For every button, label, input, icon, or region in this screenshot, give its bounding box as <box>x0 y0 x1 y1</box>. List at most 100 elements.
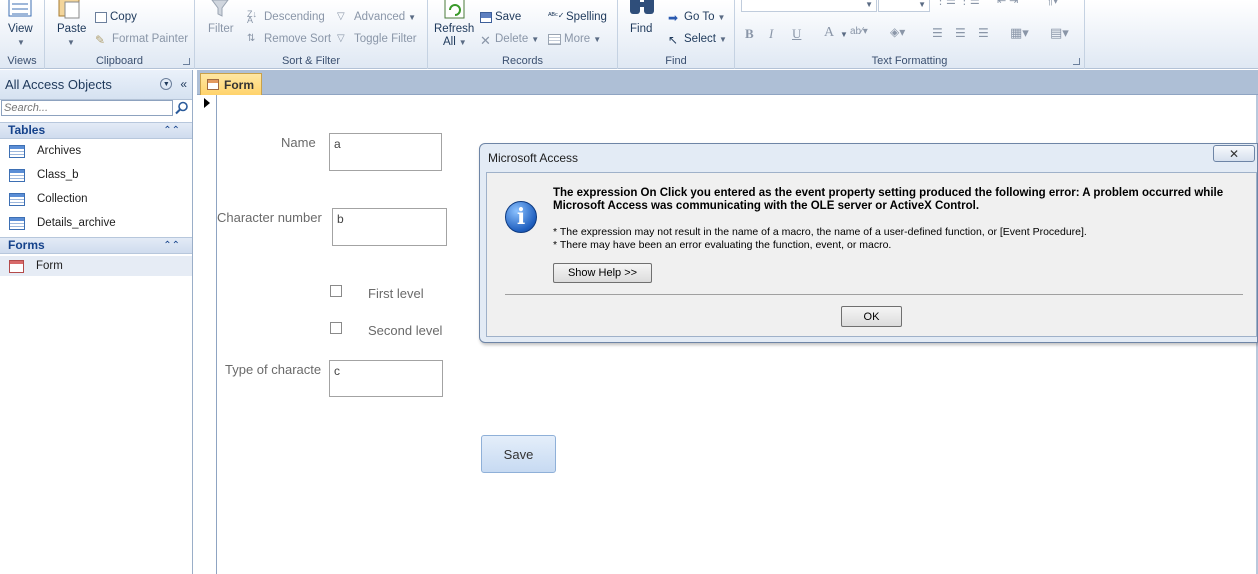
nav-item-archives[interactable]: Archives <box>9 141 81 161</box>
goto-button[interactable]: ➡ Go To ▼ <box>668 11 725 25</box>
second-level-label: Second level <box>368 323 443 338</box>
copy-button[interactable]: Copy <box>95 11 137 23</box>
fill-color-icon[interactable]: ◈▾ <box>890 25 905 39</box>
binoculars-icon <box>630 0 654 14</box>
font-color-button[interactable]: A <box>824 25 834 41</box>
underline-button[interactable]: U <box>792 26 801 42</box>
nav-category-tables[interactable]: Tables ⌃⌃ <box>0 122 192 139</box>
dialog-detail-line: * There may have been an error evaluatin… <box>553 239 892 251</box>
delete-x-icon: ✕ <box>480 33 491 48</box>
copy-icon <box>95 11 107 23</box>
current-record-arrow-icon <box>204 98 210 108</box>
nav-category-forms[interactable]: Forms ⌃⌃ <box>0 237 192 254</box>
name-field[interactable]: a <box>329 133 442 171</box>
delete-record-button[interactable]: ✕ Delete ▼ <box>480 33 539 48</box>
spelling-button[interactable]: ᴬᴮᶜ✓ Spelling <box>548 11 607 23</box>
ribbon: View ▼ Views Paste ▼ Copy ✎ Format Paint… <box>0 0 1258 69</box>
table-icon <box>9 216 25 230</box>
font-color-dropdown-icon[interactable]: ▼ <box>840 30 848 39</box>
tab-form[interactable]: Form <box>200 73 262 95</box>
nav-item-collection[interactable]: Collection <box>9 189 88 209</box>
form-icon <box>207 79 219 90</box>
dialog-title: Microsoft Access <box>488 151 579 165</box>
save-record-button[interactable]: Save <box>480 11 521 23</box>
close-glyph: ✕ <box>1228 146 1240 161</box>
goto-arrow-icon: ➡ <box>668 11 679 25</box>
nav-menu-dropdown-icon[interactable]: ▼ <box>160 78 173 90</box>
view-button[interactable]: View <box>8 23 33 35</box>
bullets-icon[interactable]: ⋮☰ ⋮☰ <box>935 0 980 7</box>
text-formatting-dialog-launcher-icon[interactable] <box>1073 58 1080 65</box>
view-dropdown-icon[interactable]: ▼ <box>17 38 25 47</box>
collapse-chevron-icon[interactable]: ⌃⌃ <box>163 123 180 138</box>
font-name-combo[interactable]: ▼ <box>741 0 877 12</box>
close-icon[interactable]: ✕ <box>1213 145 1255 162</box>
first-level-checkbox[interactable] <box>330 285 342 297</box>
select-button[interactable]: ↖ Select ▼ <box>668 33 727 47</box>
nav-item-label: Class_b <box>37 169 79 181</box>
align-left-icon[interactable]: ☰ <box>932 26 943 40</box>
paragraph-direction-icon[interactable]: ¶▾ <box>1047 0 1058 7</box>
alternate-row-color-icon[interactable]: ▤▾ <box>1050 25 1069 41</box>
shutter-bar-collapse-icon[interactable]: « <box>180 78 187 90</box>
gridlines-icon[interactable]: ▦▾ <box>1010 25 1029 41</box>
find-button[interactable]: Find <box>630 23 652 35</box>
font-size-dropdown-icon[interactable]: ▼ <box>918 0 926 9</box>
nav-item-label: Collection <box>37 193 88 205</box>
dialog-detail: * The expression may not result in the n… <box>553 226 1253 252</box>
text-formatting-group: ▼ ▼ B I U A ▼ ab⁄▾ ◈▾ ☰ ☰ ☰ ▦▾ ▤▾ ⋮☰ ⋮☰ … <box>735 0 1085 69</box>
remove-sort-button[interactable]: ⇅ Remove Sort <box>247 33 331 45</box>
paste-icon <box>58 0 80 19</box>
first-level-label: First level <box>368 286 424 301</box>
views-group-label: Views <box>7 55 37 67</box>
align-center-icon[interactable]: ☰ <box>955 26 966 40</box>
paste-button[interactable]: Paste <box>57 23 86 35</box>
paste-dropdown-icon[interactable]: ▼ <box>67 38 75 47</box>
nav-search-input[interactable] <box>1 100 173 116</box>
format-painter-button[interactable]: ✎ Format Painter <box>95 33 188 47</box>
nav-category-label: Tables <box>8 123 46 137</box>
search-icon[interactable] <box>175 101 189 115</box>
refresh-all-dropdown[interactable]: All ▼ <box>443 36 467 48</box>
more-button[interactable]: More ▼ <box>548 33 601 45</box>
refresh-all-button[interactable]: Refresh <box>434 23 474 35</box>
indent-icon[interactable]: ⇤ ⇥ <box>997 0 1019 7</box>
dialog-body: i The expression On Click you entered as… <box>486 172 1257 337</box>
show-help-button[interactable]: Show Help >> <box>553 263 652 283</box>
nav-item-details-archive[interactable]: Details_archive <box>9 213 116 233</box>
filter-icon <box>211 0 229 17</box>
highlight-icon[interactable]: ab⁄▾ <box>850 26 868 37</box>
clipboard-group-label: Clipboard <box>95 55 144 67</box>
tab-form-label: Form <box>224 77 254 92</box>
save-button[interactable]: Save <box>481 435 556 473</box>
clipboard-group: Paste ▼ Copy ✎ Format Painter Clipboard <box>45 0 195 69</box>
toggle-filter-button[interactable]: ▽ Toggle Filter <box>337 33 417 45</box>
font-size-combo[interactable]: ▼ <box>878 0 930 12</box>
second-level-checkbox[interactable] <box>330 322 342 334</box>
type-of-character-field[interactable]: c <box>329 360 443 397</box>
sort-filter-group: Filter Z↓ A Descending ⇅ Remove Sort ▽ Ad… <box>195 0 428 69</box>
italic-button[interactable]: I <box>769 26 773 42</box>
nav-item-class-b[interactable]: Class_b <box>9 165 79 185</box>
type-of-character-label: Type of characte <box>225 362 322 377</box>
filter-button[interactable]: Filter <box>208 23 234 35</box>
dialog-message: The expression On Click you entered as t… <box>553 187 1224 212</box>
align-right-icon[interactable]: ☰ <box>978 26 989 40</box>
error-dialog: Microsoft Access ✕ i The expression On C… <box>479 143 1258 343</box>
dialog-detail-line: * The expression may not result in the n… <box>553 226 1087 238</box>
nav-pane-header[interactable]: All Access Objects ▼ « <box>0 70 192 100</box>
descending-button[interactable]: Z↓ A Descending <box>247 10 325 25</box>
nav-item-form[interactable]: Form <box>0 256 192 276</box>
clipboard-dialog-launcher-icon[interactable] <box>183 58 190 65</box>
nav-category-label: Forms <box>8 238 45 252</box>
font-name-dropdown-icon[interactable]: ▼ <box>865 0 873 9</box>
sort-filter-group-label: Sort & Filter <box>281 55 341 67</box>
advanced-filter-button[interactable]: ▽ Advanced ▼ <box>337 11 416 23</box>
dialog-separator <box>505 294 1243 295</box>
character-number-field[interactable]: b <box>332 208 447 246</box>
table-icon <box>9 168 25 182</box>
record-selector[interactable] <box>197 95 217 574</box>
collapse-chevron-icon[interactable]: ⌃⌃ <box>163 238 180 253</box>
ok-button[interactable]: OK <box>841 306 902 327</box>
bold-button[interactable]: B <box>745 26 754 42</box>
